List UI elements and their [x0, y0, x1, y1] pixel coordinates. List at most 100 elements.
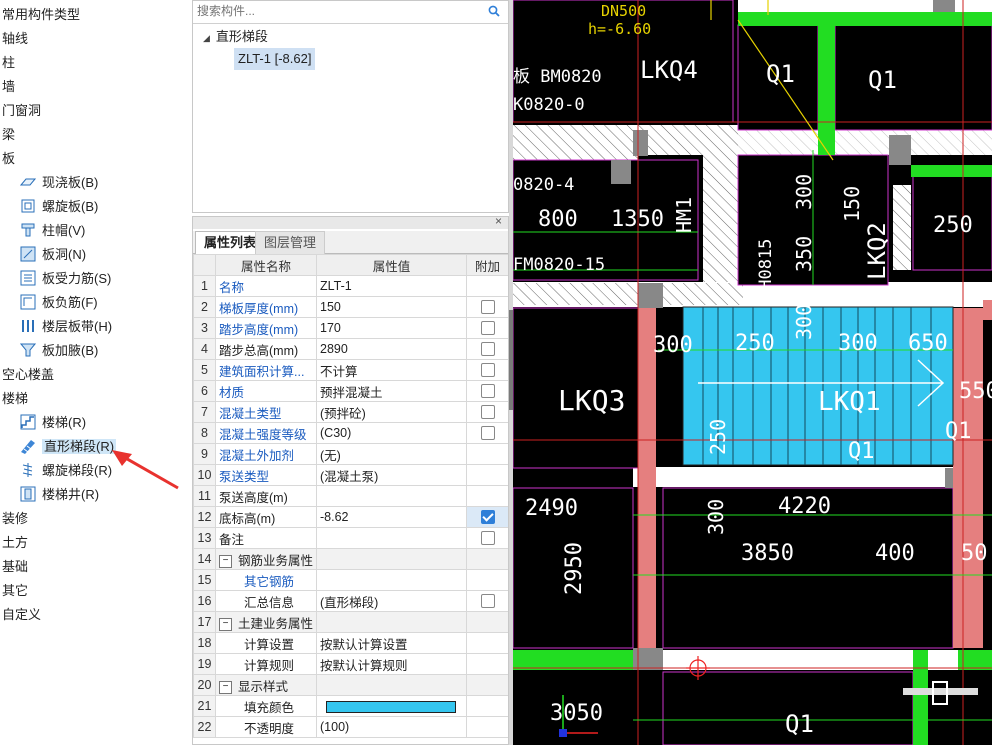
collapse-minus-icon[interactable]: − [219, 680, 232, 694]
tree-item-stair_items-3[interactable]: 楼梯井(R) [20, 485, 99, 505]
property-value[interactable]: 按默认计算规则 [320, 659, 408, 673]
property-value-cell[interactable] [316, 485, 467, 507]
property-extra-cell[interactable] [466, 527, 508, 549]
extra-checkbox[interactable] [480, 594, 495, 609]
property-row[interactable]: 19 计算规则 按默认计算规则 [193, 653, 508, 675]
tree-category-0[interactable]: 常用构件类型 [2, 5, 80, 25]
property-value[interactable]: 2890 [320, 342, 348, 356]
tree-category-3[interactable]: 墙 [2, 77, 15, 97]
property-value-cell[interactable]: 不计算 [316, 359, 467, 381]
property-value[interactable]: (无) [320, 449, 341, 463]
property-extra-cell[interactable] [466, 611, 508, 633]
tree-category-9[interactable]: 装修 [2, 509, 28, 529]
property-extra-cell[interactable] [466, 506, 508, 528]
property-value-cell[interactable] [316, 569, 467, 591]
collapse-triangle-icon[interactable]: ◢ [203, 33, 210, 43]
extra-checkbox[interactable] [480, 510, 495, 525]
tree-item-board_items-0[interactable]: 现浇板(B) [19, 173, 98, 193]
property-row[interactable]: 14− 钢筋业务属性 [193, 548, 508, 570]
property-value-cell[interactable]: -8.62 [316, 506, 467, 528]
property-extra-cell[interactable] [466, 632, 508, 654]
property-row[interactable]: 7 混凝土类型 (预拌砼) [193, 401, 508, 423]
property-extra-cell[interactable] [466, 443, 508, 465]
property-value-cell[interactable] [316, 674, 467, 696]
component-item-zlt1[interactable]: ZLT-1 [-8.62] [234, 48, 316, 70]
property-extra-cell[interactable] [466, 485, 508, 507]
property-extra-cell[interactable] [466, 422, 508, 444]
property-value-cell[interactable]: 2890 [316, 338, 467, 360]
property-extra-cell[interactable] [466, 653, 508, 675]
property-row[interactable]: 16 汇总信息 (直形梯段) [193, 590, 508, 612]
cad-drawing-canvas[interactable]: DN500 h=-6.60 LKQ4 Q1 Q1 板 BM0820 K0820-0 0820-… [513, 0, 992, 745]
search-input[interactable] [193, 1, 481, 21]
property-value[interactable]: ZLT-1 [320, 279, 352, 293]
property-value[interactable]: 按默认计算设置 [320, 638, 408, 652]
property-extra-cell[interactable] [466, 338, 508, 360]
property-row[interactable]: 17− 土建业务属性 [193, 611, 508, 633]
property-row[interactable]: 6 材质 预拌混凝土 [193, 380, 508, 402]
property-row[interactable]: 22 不透明度 (100) [193, 716, 508, 738]
property-extra-cell[interactable] [466, 569, 508, 591]
tree-item-board_items-6[interactable]: 楼层板带(H) [20, 317, 112, 337]
property-value-cell[interactable]: (预拌砼) [316, 401, 467, 423]
property-row[interactable]: 2 梯板厚度(mm) 150 [193, 296, 508, 318]
property-row[interactable]: 10 泵送类型 (混凝土泵) [193, 464, 508, 486]
tree-item-stair_items-2[interactable]: 螺旋梯段(R) [20, 461, 112, 481]
tree-item-board_items-2[interactable]: 柱帽(V) [20, 221, 85, 241]
property-extra-cell[interactable] [466, 317, 508, 339]
tree-category-7[interactable]: 空心楼盖 [2, 365, 54, 385]
property-extra-cell[interactable] [466, 464, 508, 486]
tree-item-board_items-5[interactable]: 板负筋(F) [20, 293, 98, 313]
property-value[interactable]: -8.62 [320, 510, 349, 524]
property-row[interactable]: 5 建筑面积计算... 不计算 [193, 359, 508, 381]
property-value-cell[interactable] [316, 695, 467, 717]
property-extra-cell[interactable] [466, 401, 508, 423]
property-row[interactable]: 18 计算设置 按默认计算设置 [193, 632, 508, 654]
extra-checkbox[interactable] [480, 426, 495, 441]
property-value[interactable]: (直形梯段) [320, 596, 378, 610]
extra-checkbox[interactable] [480, 300, 495, 315]
tree-item-board_items-4[interactable]: 板受力筋(S) [20, 269, 111, 289]
tree-item-board_items-3[interactable]: 板洞(N) [20, 245, 86, 265]
property-value-cell[interactable] [316, 527, 467, 549]
extra-checkbox[interactable] [480, 405, 495, 420]
extra-checkbox[interactable] [480, 384, 495, 399]
tree-group-straight-stair[interactable]: ◢ 直形梯段 [203, 27, 268, 47]
property-row[interactable]: 11 泵送高度(m) [193, 485, 508, 507]
property-value[interactable]: 预拌混凝土 [320, 386, 383, 400]
property-row[interactable]: 4 踏步总高(mm) 2890 [193, 338, 508, 360]
property-value[interactable]: (混凝土泵) [320, 470, 378, 484]
collapse-minus-icon[interactable]: − [219, 617, 232, 631]
tree-category-6[interactable]: 板 [2, 149, 15, 169]
property-row[interactable]: 8 混凝土强度等级 (C30) [193, 422, 508, 444]
property-extra-cell[interactable] [466, 695, 508, 717]
property-row[interactable]: 12 底标高(m) -8.62 [193, 506, 508, 528]
property-extra-cell[interactable] [466, 590, 508, 612]
tree-item-stair_items-1[interactable]: 直形梯段(R) [20, 437, 117, 457]
tree-item-board_items-1[interactable]: 螺旋板(B) [20, 197, 98, 217]
tree-category-2[interactable]: 柱 [2, 53, 15, 73]
fill-color-swatch[interactable] [326, 700, 456, 713]
tree-category-4[interactable]: 门窗洞 [2, 101, 41, 121]
tree-category-8[interactable]: 楼梯 [2, 389, 28, 409]
tree-category-11[interactable]: 基础 [2, 557, 28, 577]
property-row[interactable]: 15 其它钢筋 [193, 569, 508, 591]
property-row[interactable]: 9 混凝土外加剂 (无) [193, 443, 508, 465]
property-row[interactable]: 20− 显示样式 [193, 674, 508, 696]
tree-category-5[interactable]: 梁 [2, 125, 15, 145]
property-value-cell[interactable]: (无) [316, 443, 467, 465]
tree-item-board_items-7[interactable]: 板加腋(B) [19, 341, 98, 361]
property-value[interactable]: 170 [320, 321, 341, 335]
tree-category-12[interactable]: 其它 [2, 581, 28, 601]
property-value-cell[interactable]: 预拌混凝土 [316, 380, 467, 402]
collapse-minus-icon[interactable]: − [219, 554, 232, 568]
property-value-cell[interactable]: 170 [316, 317, 467, 339]
property-extra-cell[interactable] [466, 275, 508, 297]
property-value[interactable]: (预拌砼) [320, 407, 366, 421]
extra-checkbox[interactable] [480, 342, 495, 357]
property-value[interactable]: 150 [320, 300, 341, 314]
property-value-cell[interactable]: ZLT-1 [316, 275, 467, 297]
property-value-cell[interactable] [316, 611, 467, 633]
property-value-cell[interactable] [316, 548, 467, 570]
property-value-cell[interactable]: (直形梯段) [316, 590, 467, 612]
